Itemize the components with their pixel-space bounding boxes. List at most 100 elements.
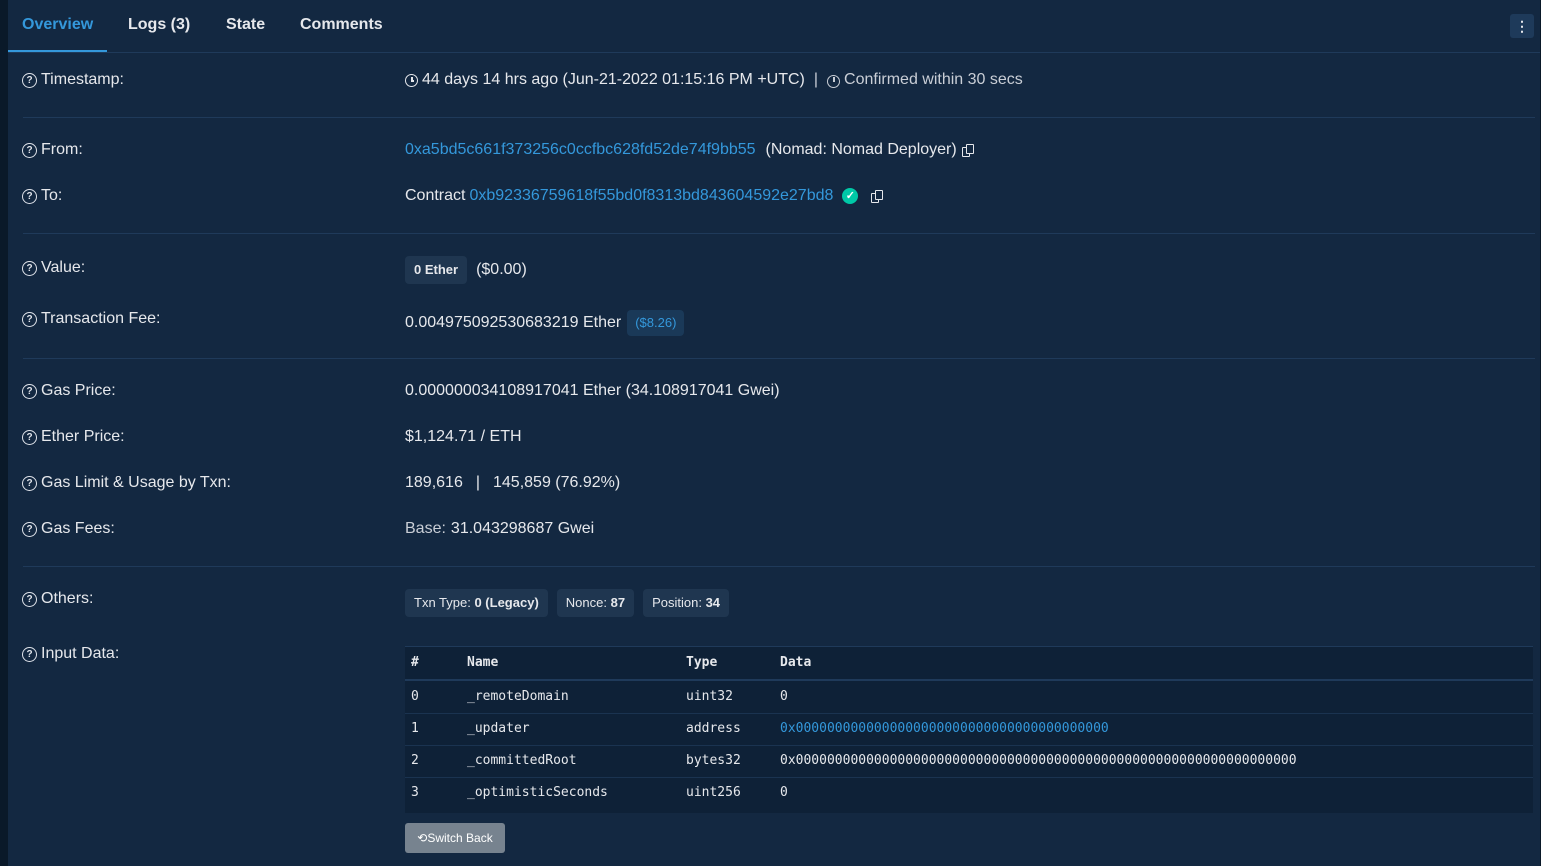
gas-price-label-text: Gas Price:: [41, 382, 116, 399]
table-row: 1 _updater address 0x0000000000000000000…: [405, 713, 1533, 746]
switch-back-label: Switch Back: [427, 831, 493, 845]
value-value: 0 Ether ($0.00): [405, 256, 527, 284]
gas-limit-separator: |: [475, 474, 480, 491]
divider: [23, 233, 1535, 234]
copy-icon[interactable]: [961, 143, 974, 157]
param-data: 0: [780, 785, 788, 800]
txn-type-badge: Txn Type: 0 (Legacy): [405, 589, 548, 617]
nonce-label: Nonce:: [565, 595, 607, 610]
gas-price-label: ? Gas Price:: [22, 382, 116, 400]
help-icon[interactable]: ?: [22, 188, 37, 204]
value-usd: ($0.00): [476, 261, 527, 278]
help-icon[interactable]: ?: [22, 260, 37, 276]
gas-limit-label: ? Gas Limit & Usage by Txn:: [22, 474, 231, 492]
tab-overview[interactable]: Overview: [7, 0, 108, 52]
transaction-details-card: Overview Logs (3) State Comments ⋮ ? Tim…: [7, 0, 1540, 866]
param-name: _committedRoot: [467, 753, 577, 768]
position-value: 34: [705, 595, 721, 610]
row-index: 3: [411, 785, 419, 800]
nonce-value: 87: [610, 595, 626, 610]
from-name-tag: (Nomad: Nomad Deployer): [765, 141, 957, 158]
ether-price-value: $1,124.71 / ETH: [405, 428, 522, 445]
value-label-text: Value:: [41, 259, 86, 276]
param-name: _updater: [467, 721, 530, 736]
input-data-table: # Name Type Data 0 _remoteDomain uint32 …: [405, 646, 1533, 813]
position-badge: Position: 34: [643, 589, 730, 617]
help-icon[interactable]: ?: [22, 383, 37, 399]
timestamp-separator: |: [813, 71, 819, 88]
param-name: _optimisticSeconds: [467, 785, 608, 800]
value-label: ? Value:: [22, 259, 85, 277]
input-data-label-text: Input Data:: [41, 645, 120, 662]
param-type: uint32: [686, 689, 733, 704]
ether-price-label-text: Ether Price:: [41, 428, 125, 445]
help-icon[interactable]: ?: [22, 429, 37, 445]
help-icon[interactable]: ?: [22, 72, 37, 88]
gas-limit-value: 189,616 | 145,859 (76.92%): [405, 474, 620, 492]
timestamp-age: 44 days 14 hrs ago (Jun-21-2022 01:15:16…: [422, 71, 805, 88]
gas-fees-label: ? Gas Fees:: [22, 520, 115, 538]
param-type: bytes32: [686, 753, 741, 768]
fee-usd-badge: ($8.26): [627, 310, 685, 336]
tab-comments[interactable]: Comments: [300, 0, 383, 52]
fee-value: 0.004975092530683219 Ether ($8.26): [405, 310, 685, 336]
others-value: Txn Type: 0 (Legacy) Nonce: 87 Position:…: [405, 589, 730, 617]
timestamp-label-text: Timestamp:: [41, 71, 124, 88]
switch-back-button[interactable]: ⟲Switch Back: [405, 823, 505, 853]
divider: [23, 358, 1535, 359]
copy-icon[interactable]: [871, 189, 884, 203]
column-header: Data: [780, 655, 812, 670]
divider: [23, 566, 1535, 567]
input-data-label: ? Input Data:: [22, 645, 119, 663]
tab-bar: Overview Logs (3) State Comments ⋮: [7, 0, 1540, 53]
others-label: ? Others:: [22, 590, 93, 608]
param-type: uint256: [686, 785, 741, 800]
param-data: 0: [780, 689, 788, 704]
gas-limit-label-text: Gas Limit & Usage by Txn:: [41, 474, 231, 491]
param-name: _remoteDomain: [467, 689, 569, 704]
gas-fees-label-text: Gas Fees:: [41, 520, 115, 537]
position-label: Position:: [652, 595, 702, 610]
to-address-link[interactable]: 0xb92336759618f55bd0f8313bd843604592e27b…: [469, 187, 833, 205]
gas-limit-amount: 189,616: [405, 474, 463, 491]
help-icon[interactable]: ?: [22, 591, 37, 607]
param-type: address: [686, 721, 741, 736]
column-header: #: [411, 655, 419, 670]
from-value: 0xa5bd5c661f373256c0ccfbc628fd52de74f9bb…: [405, 141, 974, 159]
from-label: ? From:: [22, 141, 83, 159]
help-icon[interactable]: ?: [22, 142, 37, 158]
nonce-badge: Nonce: 87: [556, 589, 635, 617]
table-row: 3 _optimisticSeconds uint256 0: [405, 777, 1533, 809]
from-address-link[interactable]: 0xa5bd5c661f373256c0ccfbc628fd52de74f9bb…: [405, 141, 756, 159]
help-icon[interactable]: ?: [22, 646, 37, 662]
contract-prefix: Contract: [405, 187, 466, 204]
from-label-text: From:: [41, 141, 83, 158]
tab-state[interactable]: State: [226, 0, 265, 52]
verified-check-icon: ✓: [842, 188, 859, 204]
txn-type-value: 0 (Legacy): [474, 595, 539, 610]
column-header: Name: [467, 655, 499, 670]
row-index: 2: [411, 753, 419, 768]
clock-icon: [405, 73, 418, 87]
more-menu-icon[interactable]: ⋮: [1510, 14, 1534, 38]
param-address-link[interactable]: 0x00000000000000000000000000000000000000…: [780, 713, 1109, 745]
table-row: 0 _remoteDomain uint32 0: [405, 681, 1533, 714]
gas-usage-amount: 145,859 (76.92%): [493, 474, 621, 491]
base-fee-label: Base:: [405, 520, 446, 537]
timer-icon: [827, 74, 841, 88]
help-icon[interactable]: ?: [22, 311, 37, 327]
ether-price-label: ? Ether Price:: [22, 428, 125, 446]
table-row: 2 _committedRoot bytes32 0x0000000000000…: [405, 745, 1533, 778]
help-icon[interactable]: ?: [22, 475, 37, 491]
gas-fees-value: Base: 31.043298687 Gwei: [405, 520, 594, 538]
table-header: # Name Type Data: [405, 647, 1533, 681]
to-label: ? To:: [22, 187, 62, 205]
others-label-text: Others:: [41, 590, 94, 607]
tab-logs[interactable]: Logs (3): [128, 0, 190, 52]
to-label-text: To:: [41, 187, 63, 204]
timestamp-label: ? Timestamp:: [22, 71, 124, 89]
row-index: 1: [411, 721, 419, 736]
undo-icon: ⟲: [417, 831, 428, 845]
divider: [23, 117, 1535, 118]
help-icon[interactable]: ?: [22, 521, 37, 537]
